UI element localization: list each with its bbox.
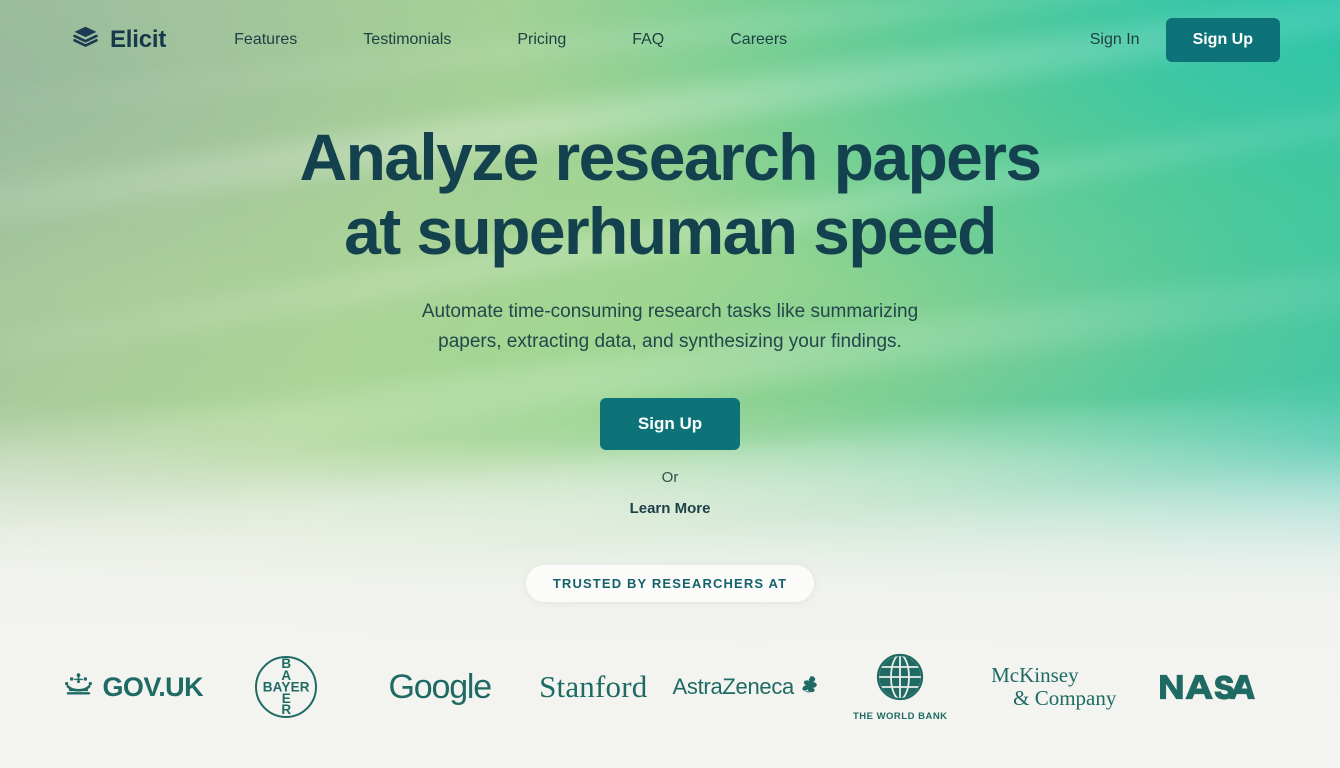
hero-subtitle: Automate time-consuming research tasks l… [0,297,1340,357]
stacked-books-icon [72,24,99,56]
nav-link-careers[interactable]: Careers [730,23,787,57]
nav-link-features[interactable]: Features [234,23,297,57]
hero-title-line-2: at superhuman speed [344,194,997,268]
stanford-wordmark: Stanford [539,669,648,704]
nav-link-testimonials[interactable]: Testimonials [363,23,451,57]
logo-gov-uk: GOV.UK [56,648,210,726]
google-wordmark: Google [388,667,493,706]
sign-up-button-hero[interactable]: Sign Up [599,398,741,450]
logo-world-bank: THE WORLD BANK [824,648,978,726]
logo-nasa [1131,648,1285,726]
hero-title-line-1: Analyze research papers [299,120,1043,194]
brand-logo[interactable]: Elicit [72,24,166,56]
nav-link-pricing[interactable]: Pricing [517,23,566,57]
hero-subtitle-line-2: papers, extracting data, and synthesizin… [438,331,902,352]
hero-subtitle-line-1: Automate time-consuming research tasks l… [421,301,919,322]
learn-more-link[interactable]: Learn More [630,500,711,517]
logo-google: Google [363,648,517,726]
world-bank-wordmark: THE WORLD BANK [852,710,948,722]
navbar: Elicit Features Testimonials Pricing FAQ… [0,0,1340,80]
gov-uk-wordmark: GOV.UK [102,671,204,702]
logo-astrazeneca: AstraZeneca [670,648,824,726]
sign-in-link[interactable]: Sign In [1090,31,1140,49]
mckinsey-wordmark-line-2: & Company [1013,686,1117,710]
trusted-section: TRUSTED BY RESEARCHERS AT [0,565,1340,602]
nav-actions: Sign In Sign Up [1090,18,1280,62]
hero-cta-group: Sign Up Or Learn More [0,357,1340,518]
logo-stanford: Stanford [517,648,671,726]
nav-link-faq[interactable]: FAQ [632,23,664,57]
partner-logo-strip: GOV.UK BAYER BAYER Google Stanford Astra… [0,648,1340,726]
bayer-vertical-text: BAYER [281,656,292,718]
mckinsey-wordmark-line-1: McKinsey [991,663,1079,687]
astrazeneca-swirl-icon [799,674,821,701]
astrazeneca-wordmark: AstraZeneca [672,674,795,699]
trusted-badge: TRUSTED BY RESEARCHERS AT [525,565,815,602]
logo-mckinsey: McKinsey & Company [977,648,1131,726]
globe-icon [876,653,924,706]
page-title: Analyze research papers at superhuman sp… [0,120,1340,268]
sign-up-button-nav[interactable]: Sign Up [1165,18,1280,62]
logo-bayer: BAYER BAYER [210,648,364,726]
nav-links: Features Testimonials Pricing FAQ Career… [234,23,787,57]
crown-icon [63,672,94,702]
brand-name: Elicit [110,26,167,53]
bayer-cross-circle-icon: BAYER BAYER [255,656,318,718]
or-divider-label: Or [661,469,679,486]
hero-section: Analyze research papers at superhuman sp… [0,80,1340,518]
nasa-wordmark [1159,672,1256,702]
